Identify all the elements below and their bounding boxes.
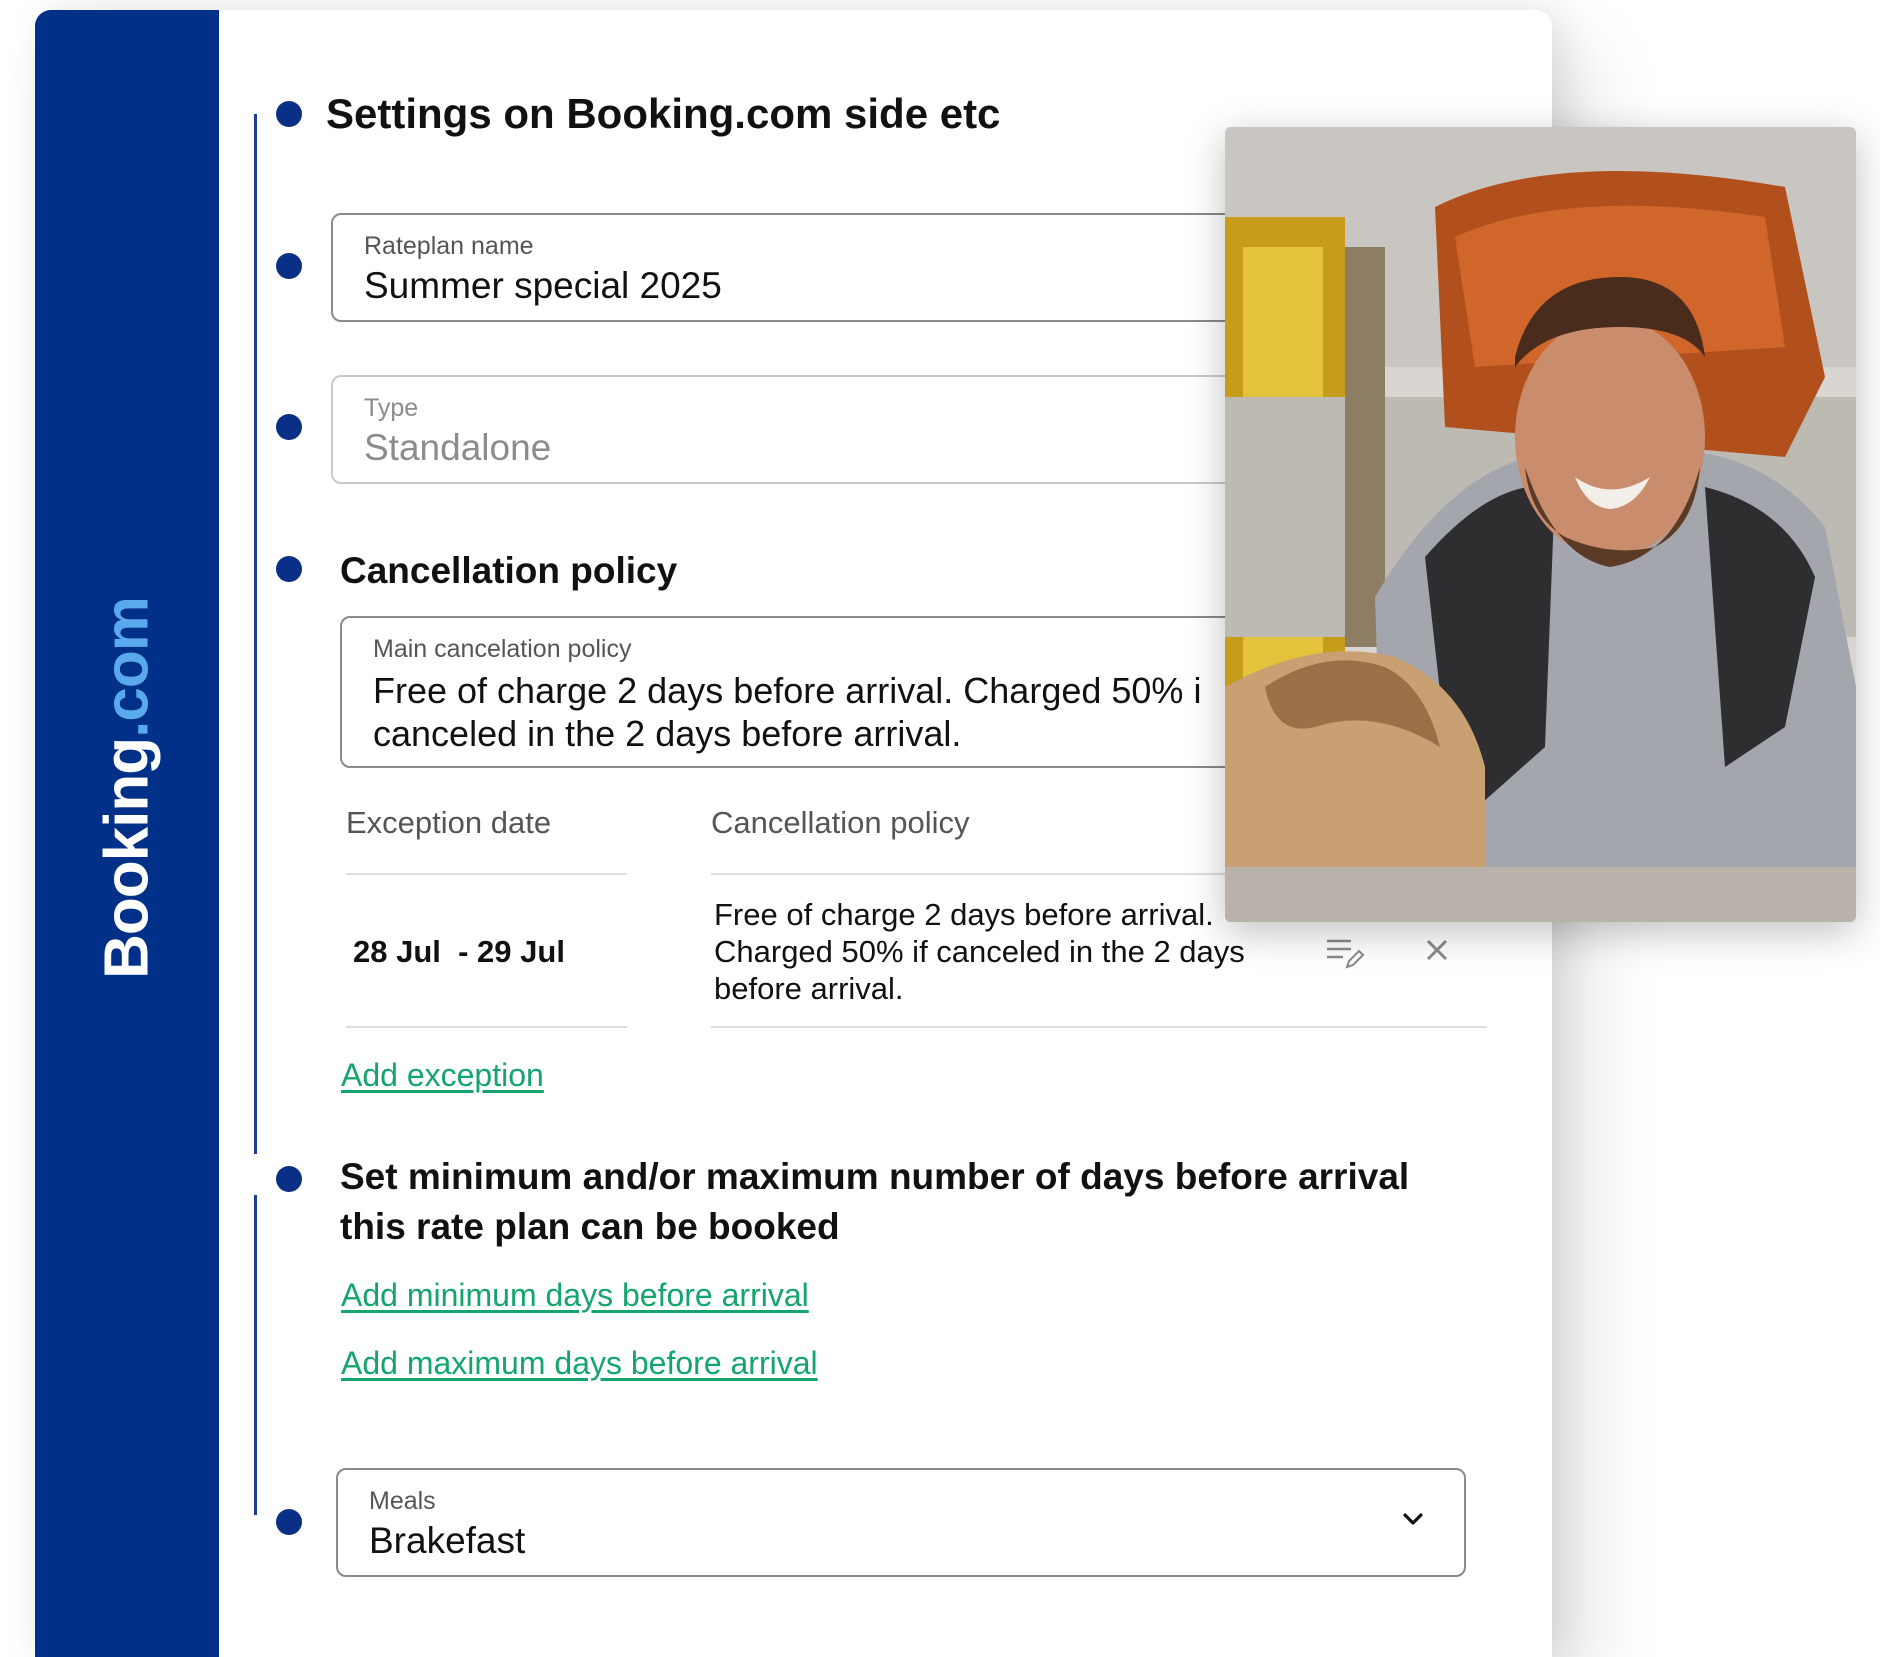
booking-logo: Booking.com	[92, 597, 163, 979]
rateplan-name-label: Rateplan name	[364, 232, 534, 260]
header-rule-policy	[711, 873, 1231, 875]
meals-label: Meals	[369, 1487, 436, 1515]
column-header-exception-date: Exception date	[346, 805, 552, 840]
exception-date-cell: 28 Jul - 29 Jul	[353, 934, 565, 969]
timeline-dot-settings	[276, 101, 302, 127]
edit-icon[interactable]	[1325, 937, 1365, 976]
add-minimum-days-link[interactable]: Add minimum days before arrival	[341, 1277, 809, 1314]
main-cancellation-line2: canceled in the 2 days before arrival.	[373, 713, 962, 754]
exception-policy-line3: before arrival.	[714, 971, 904, 1006]
row-rule-policy	[711, 1026, 1487, 1028]
meals-value: Brakefast	[369, 1520, 526, 1561]
add-exception-link[interactable]: Add exception	[341, 1057, 544, 1094]
close-icon[interactable]	[1425, 938, 1449, 967]
timeline-dot-rateplan	[276, 253, 302, 279]
column-header-cancellation-policy: Cancellation policy	[711, 805, 970, 840]
logo-text-com: .com	[92, 597, 162, 738]
add-maximum-days-link[interactable]: Add maximum days before arrival	[341, 1345, 818, 1382]
days-before-heading-line1: Set minimum and/or maximum number of day…	[340, 1156, 1410, 1197]
main-cancellation-line1: Free of charge 2 days before arrival. Ch…	[373, 670, 1202, 711]
cancellation-heading: Cancellation policy	[340, 550, 678, 591]
section-title: Settings on Booking.com side etc	[326, 90, 1001, 137]
timeline-dot-meals	[276, 1509, 302, 1535]
timeline-line-bottom	[254, 1195, 257, 1515]
timeline-dot-days	[276, 1166, 302, 1192]
type-value: Standalone	[364, 427, 552, 468]
meals-select[interactable]: Meals Brakefast	[336, 1468, 1466, 1577]
main-cancellation-label: Main cancelation policy	[373, 635, 632, 663]
timeline-dot-cancellation	[276, 556, 302, 582]
sidebar: Booking.com	[35, 10, 219, 1657]
logo-text-booking: Booking	[92, 737, 162, 979]
chevron-down-icon	[1402, 1512, 1424, 1531]
traveler-photo	[1225, 127, 1856, 922]
exception-policy-line1: Free of charge 2 days before arrival.	[714, 897, 1214, 932]
header-rule-date	[346, 873, 627, 875]
row-rule-date	[346, 1026, 627, 1028]
timeline-dot-type	[276, 414, 302, 440]
days-before-heading-line2: this rate plan can be booked	[340, 1206, 840, 1247]
rateplan-name-value: Summer special 2025	[364, 265, 722, 306]
type-label: Type	[364, 394, 419, 422]
exception-policy-line2: Charged 50% if canceled in the 2 days	[714, 934, 1245, 969]
timeline-line	[254, 114, 257, 1154]
